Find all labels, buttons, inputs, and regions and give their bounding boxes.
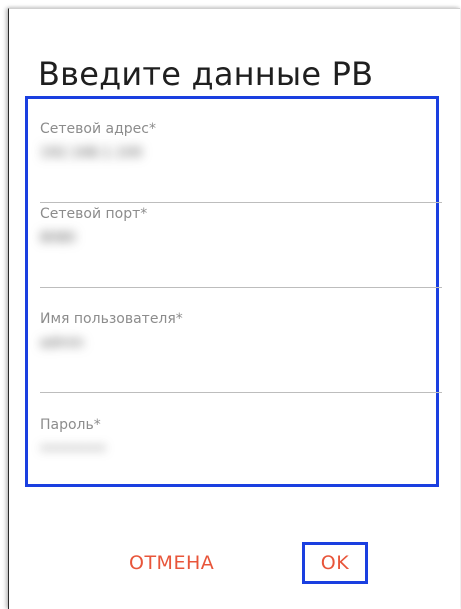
network-address-input[interactable]: 192.168.1.100	[40, 145, 142, 163]
password-label: Пароль*	[40, 417, 101, 433]
username-input[interactable]: admin	[40, 335, 84, 353]
network-port-label: Сетевой порт*	[40, 206, 148, 222]
dialog-title: Введите данные РВ	[38, 55, 374, 93]
password-input[interactable]: ••••••••	[40, 441, 106, 459]
form-highlight-box: Сетевой адрес* 192.168.1.100 Сетевой пор…	[25, 96, 442, 487]
cancel-button[interactable]: ОТМЕНА	[129, 552, 214, 574]
field-divider	[40, 287, 442, 288]
dialog-actions: ОТМЕНА OK	[9, 534, 460, 584]
username-label: Имя пользователя*	[40, 311, 183, 327]
network-address-label: Сетевой адрес*	[40, 121, 156, 137]
username-field[interactable]: Имя пользователя* admin	[40, 289, 442, 393]
password-field[interactable]: Пароль* ••••••••	[40, 395, 442, 485]
network-port-input[interactable]: 8080	[40, 230, 76, 248]
connection-dialog: Введите данные РВ Сетевой адрес* 192.168…	[8, 8, 460, 609]
ok-button[interactable]: OK	[302, 542, 368, 584]
field-divider	[40, 392, 442, 393]
network-port-field[interactable]: Сетевой порт* 8080	[40, 184, 442, 288]
